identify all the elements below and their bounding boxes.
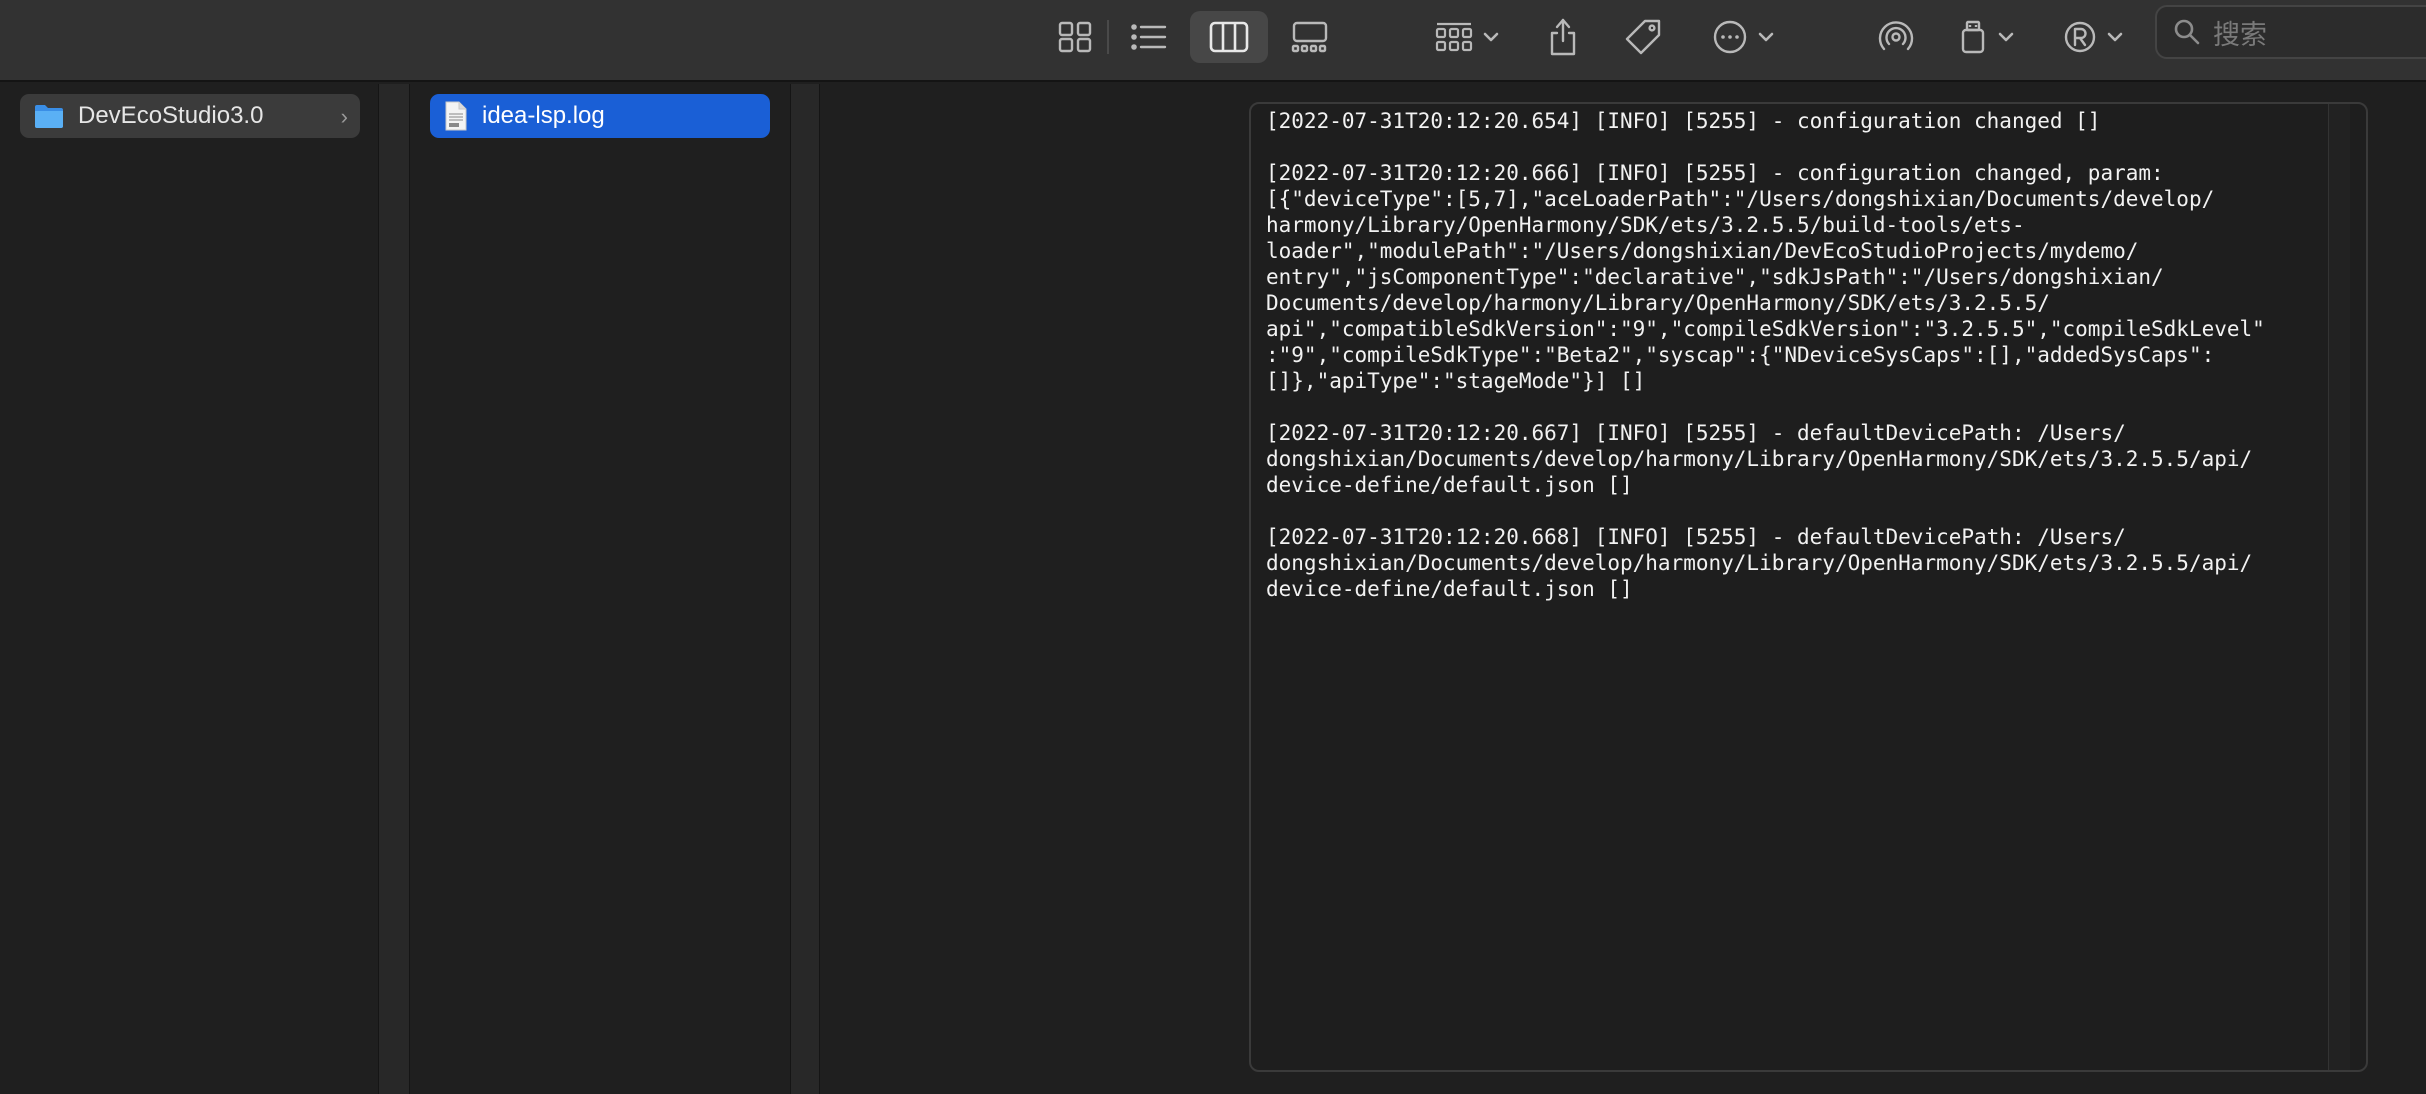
ellipsis-circle-icon	[1713, 20, 1747, 54]
column-divider[interactable]	[378, 84, 410, 1094]
browser-column-2: idea-lsp.log	[410, 84, 790, 1094]
chevron-down-icon	[2107, 32, 2123, 42]
log-preview-text: [2022-07-31T20:12:20.654] [INFO] [5255] …	[1266, 109, 2265, 601]
registered-icon	[2064, 21, 2096, 53]
group-by-button[interactable]	[1428, 11, 1506, 63]
search-placeholder: 搜索	[2213, 19, 2267, 51]
list-view-button[interactable]	[1122, 11, 1176, 63]
preview-scrollbar[interactable]	[2328, 104, 2350, 1070]
folder-icon	[35, 105, 63, 128]
file-preview-pane[interactable]: [2022-07-31T20:12:20.654] [INFO] [5255] …	[1249, 102, 2368, 1072]
device-button[interactable]	[1952, 11, 2020, 63]
share-icon	[1550, 18, 1576, 56]
icon-view-icon	[1058, 21, 1092, 53]
file-label: idea-lsp.log	[482, 102, 605, 129]
share-button[interactable]	[1540, 11, 1586, 63]
column-view-button[interactable]	[1190, 11, 1268, 63]
search-icon	[2174, 19, 2200, 45]
finder-toolbar: 搜索	[0, 0, 2426, 82]
chevron-down-icon	[1758, 32, 1774, 42]
search-field[interactable]: 搜索	[2155, 5, 2426, 59]
more-actions-button[interactable]	[1704, 11, 1782, 63]
usb-drive-icon	[1961, 20, 1985, 54]
airdrop-button[interactable]	[1872, 11, 1920, 63]
account-button[interactable]	[2058, 11, 2128, 63]
icon-view-button[interactable]	[1050, 11, 1100, 63]
chevron-down-icon	[1483, 32, 1499, 42]
chevron-right-icon: ›	[340, 104, 348, 129]
column-view-icon	[1209, 21, 1249, 53]
folder-label: DevEcoStudio3.0	[78, 102, 264, 129]
column-divider[interactable]	[790, 84, 820, 1094]
airdrop-icon	[1878, 21, 1914, 51]
file-item-idea-lsp-log[interactable]: idea-lsp.log	[430, 94, 770, 138]
chevron-down-icon	[1998, 32, 2014, 42]
folder-item-devecostudio[interactable]: DevEcoStudio3.0 ›	[20, 94, 360, 138]
document-icon	[445, 101, 467, 131]
tag-button[interactable]	[1618, 11, 1668, 63]
tag-icon	[1625, 19, 1661, 55]
toolbar-separator	[1107, 20, 1109, 54]
gallery-view-button[interactable]	[1280, 11, 1340, 63]
gallery-view-icon	[1291, 21, 1328, 53]
browser-column-1: DevEcoStudio3.0 ›	[0, 84, 378, 1094]
group-icon	[1435, 22, 1473, 52]
list-view-icon	[1131, 24, 1167, 50]
